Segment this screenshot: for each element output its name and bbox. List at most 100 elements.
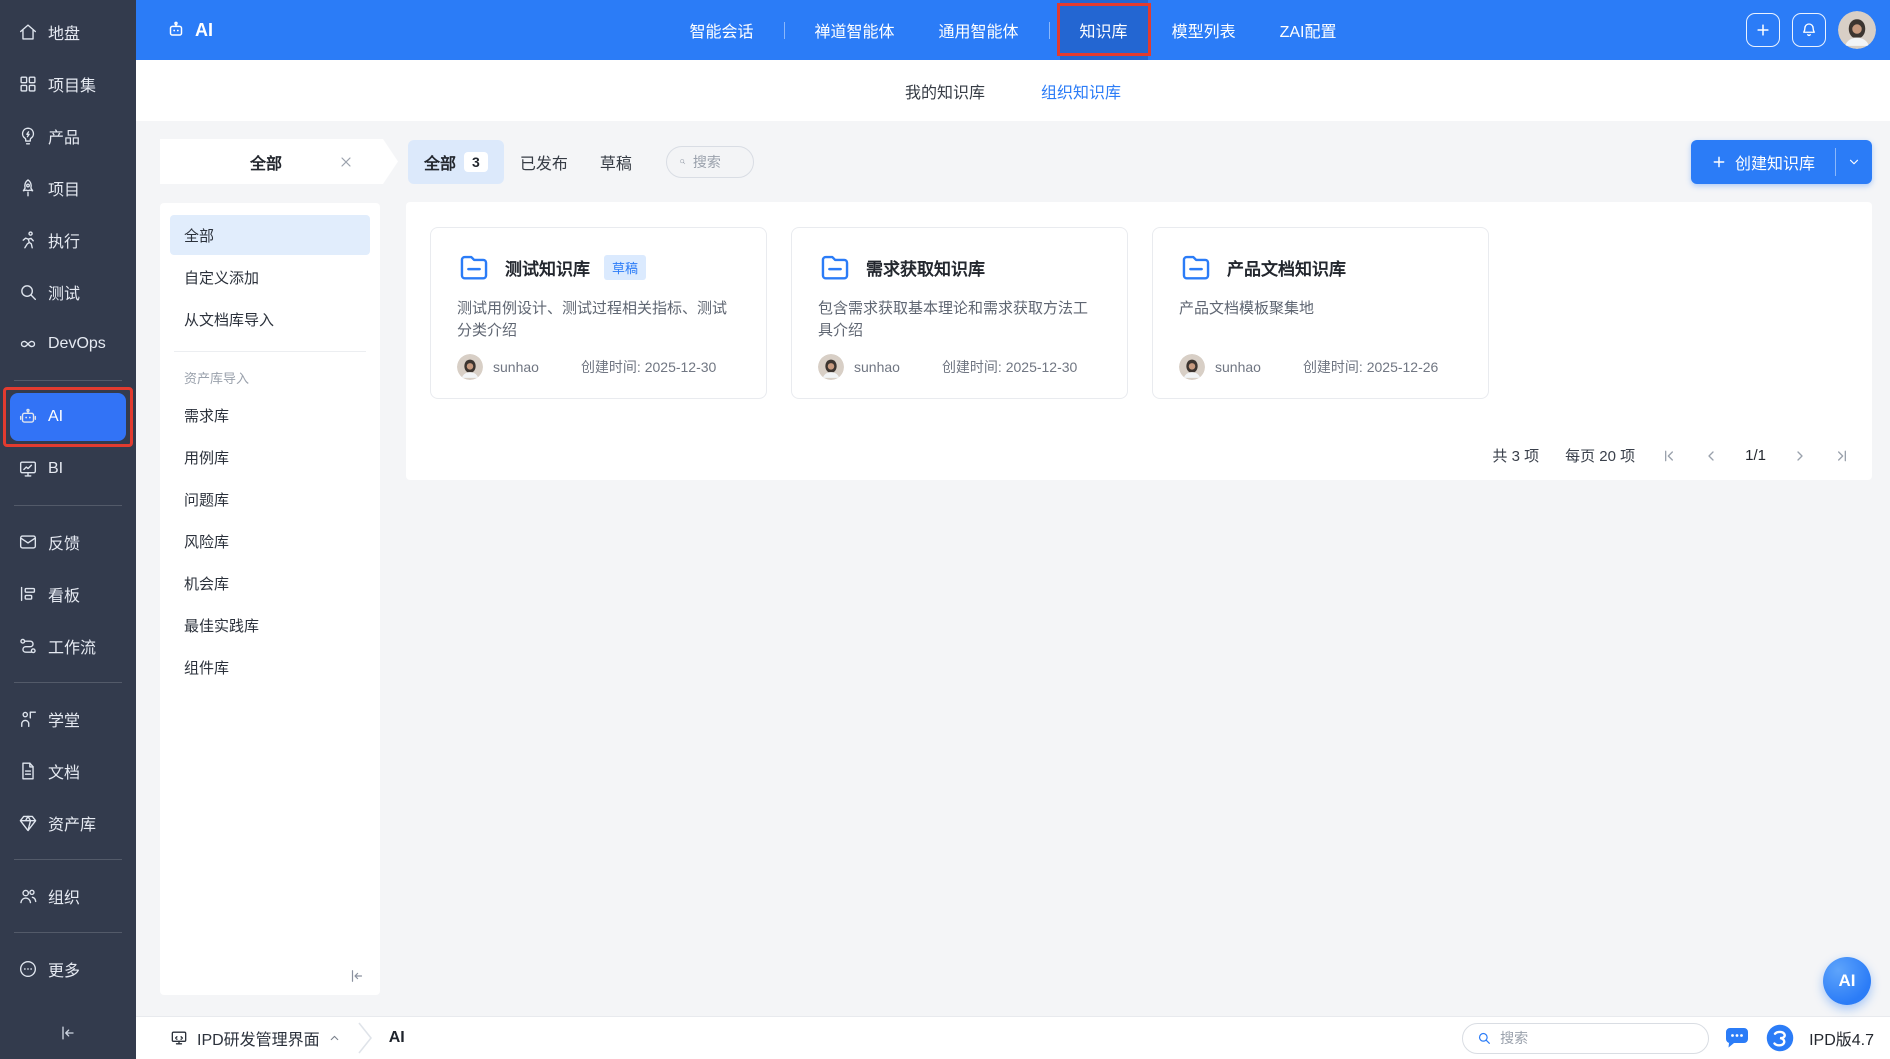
sidebar-item-program[interactable]: 项目集	[10, 60, 126, 108]
sidebar-item-admin[interactable]: 组织	[10, 872, 126, 920]
last-page-icon	[1834, 448, 1850, 464]
add-button[interactable]	[1746, 13, 1780, 47]
toolbar-search[interactable]	[666, 146, 754, 178]
nav-label: 禅道智能体	[815, 18, 895, 42]
filter-item-bestpractice-lib[interactable]: 最佳实践库	[170, 605, 370, 645]
filter-item-opportunity-lib[interactable]: 机会库	[170, 563, 370, 603]
nav-item-general-agents[interactable]: 通用智能体	[919, 0, 1039, 60]
tab-org-knowledge[interactable]: 组织知识库	[1041, 79, 1121, 103]
user-avatar[interactable]	[1838, 11, 1876, 49]
sidebar-collapse-button[interactable]	[0, 1015, 136, 1051]
workspace-switcher[interactable]: IPD研发管理界面	[136, 1026, 341, 1050]
feedback-chat-button[interactable]	[1723, 1026, 1751, 1050]
filter-item-issue-lib[interactable]: 问题库	[170, 479, 370, 519]
sidebar: 地盘 项目集 产品 项目 执行 测试 DevOps AI BI 反馈	[0, 0, 136, 1059]
filter-item-import-doc[interactable]: 从文档库导入	[170, 299, 370, 339]
sidebar-item-execution[interactable]: 执行	[10, 216, 126, 264]
last-page-button[interactable]	[1834, 448, 1850, 464]
global-search-input[interactable]	[1500, 1030, 1695, 1046]
sidebar-item-assetlib[interactable]: 资产库	[10, 799, 126, 847]
card-header: 产品文档知识库	[1179, 250, 1462, 284]
create-button-dropdown[interactable]	[1836, 140, 1872, 184]
toolbar-tab-draft[interactable]: 草稿	[584, 140, 648, 184]
nav-item-knowledge-base[interactable]: 知识库	[1060, 0, 1148, 60]
notifications-button[interactable]	[1792, 13, 1826, 47]
document-icon	[17, 760, 39, 782]
folder-icon	[457, 250, 491, 284]
breadcrumb-current-app[interactable]: AI	[389, 1029, 405, 1047]
count-badge: 3	[464, 152, 488, 172]
sidebar-item-home[interactable]: 地盘	[10, 8, 126, 56]
filter-item-component-lib[interactable]: 组件库	[170, 647, 370, 687]
sidebar-item-label: 项目	[48, 176, 80, 200]
nav-item-model-list[interactable]: 模型列表	[1152, 0, 1256, 60]
knowledge-card[interactable]: 需求获取知识库 包含需求获取基本理论和需求获取方法工具介绍 sunhao 创建时…	[791, 227, 1128, 399]
users-icon	[17, 885, 39, 907]
first-page-button[interactable]	[1661, 448, 1677, 464]
sidebar-item-kanban[interactable]: 看板	[10, 570, 126, 618]
knowledge-cards: 测试知识库 草稿 测试用例设计、测试过程相关指标、测试分类介绍 sunhao 创…	[430, 227, 1848, 399]
sidebar-item-label: DevOps	[48, 335, 106, 353]
author-avatar	[457, 354, 483, 380]
sidebar-item-devops[interactable]: DevOps	[10, 320, 126, 368]
prev-page-button[interactable]	[1703, 448, 1719, 464]
nav-item-zai-config[interactable]: ZAI配置	[1260, 0, 1357, 60]
card-title: 需求获取知识库	[866, 255, 985, 280]
create-knowledge-base-button[interactable]: 创建知识库	[1691, 140, 1872, 184]
runner-icon	[17, 229, 39, 251]
sidebar-item-bi[interactable]: BI	[10, 445, 126, 493]
tab-my-knowledge[interactable]: 我的知识库	[905, 79, 985, 103]
nav-label: 模型列表	[1172, 18, 1236, 42]
page-indicator: 1/1	[1745, 447, 1766, 464]
zentao-logo[interactable]	[1765, 1023, 1795, 1053]
filter-item-usecase-lib[interactable]: 用例库	[170, 437, 370, 477]
sidebar-item-feedback[interactable]: 反馈	[10, 518, 126, 566]
sidebar-item-doc[interactable]: 文档	[10, 747, 126, 795]
create-button-label: 创建知识库	[1735, 150, 1815, 174]
author-avatar	[1179, 354, 1205, 380]
filter-item-all[interactable]: 全部	[170, 215, 370, 255]
created-date: 创建时间: 2025-12-26	[1303, 357, 1438, 377]
sidebar-item-ai[interactable]: AI	[10, 393, 126, 441]
nav-item-zentao-agents[interactable]: 禅道智能体	[795, 0, 915, 60]
create-button-main[interactable]: 创建知识库	[1691, 140, 1835, 184]
knowledge-card[interactable]: 产品文档知识库 产品文档模板聚集地 sunhao 创建时间: 2025-12-2…	[1152, 227, 1489, 399]
sidebar-item-workflow[interactable]: 工作流	[10, 622, 126, 670]
knowledge-card[interactable]: 测试知识库 草稿 测试用例设计、测试过程相关指标、测试分类介绍 sunhao 创…	[430, 227, 767, 399]
filter-item-custom-add[interactable]: 自定义添加	[170, 257, 370, 297]
sidebar-item-more[interactable]: 更多	[10, 945, 126, 993]
next-page-button[interactable]	[1792, 448, 1808, 464]
filter-divider	[174, 351, 366, 352]
chat-bubble-icon	[1723, 1026, 1751, 1050]
toolbar-tab-label: 草稿	[600, 150, 632, 174]
nav-item-smart-chat[interactable]: 智能会话	[670, 0, 774, 60]
filter-collapse-button[interactable]	[348, 967, 366, 985]
filter-item-risk-lib[interactable]: 风险库	[170, 521, 370, 561]
nav-label: 智能会话	[690, 18, 754, 42]
filter-item-requirement-lib[interactable]: 需求库	[170, 395, 370, 435]
pagination-per-page[interactable]: 每页 20 项	[1565, 445, 1635, 466]
card-description: 包含需求获取基本理论和需求获取方法工具介绍	[818, 298, 1101, 342]
bell-icon	[1800, 21, 1818, 39]
sidebar-item-label: AI	[48, 408, 63, 426]
nav-separator	[784, 22, 785, 39]
sidebar-item-product[interactable]: 产品	[10, 112, 126, 160]
sidebar-item-tutoring[interactable]: 学堂	[10, 695, 126, 743]
ai-assistant-float-button[interactable]: AI	[1823, 957, 1871, 1005]
author-name: sunhao	[854, 359, 900, 375]
filter-header-tab[interactable]: 全部	[160, 139, 398, 184]
bottom-bar-right: IPD版4.7	[1462, 1023, 1890, 1054]
sidebar-item-qa[interactable]: 测试	[10, 268, 126, 316]
global-search[interactable]	[1462, 1023, 1709, 1054]
toolbar-tab-published[interactable]: 已发布	[504, 140, 584, 184]
sidebar-item-project[interactable]: 项目	[10, 164, 126, 212]
card-header: 需求获取知识库	[818, 250, 1101, 284]
toolbar-tab-all[interactable]: 全部 3	[408, 140, 504, 184]
close-icon[interactable]	[338, 154, 372, 170]
toolbar-tab-label: 已发布	[520, 150, 568, 174]
search-icon	[1476, 1030, 1492, 1046]
toolbar-search-input[interactable]	[693, 154, 741, 170]
magnifier-icon	[17, 281, 39, 303]
robot-icon	[17, 406, 39, 428]
chevron-right-icon	[1792, 448, 1808, 464]
